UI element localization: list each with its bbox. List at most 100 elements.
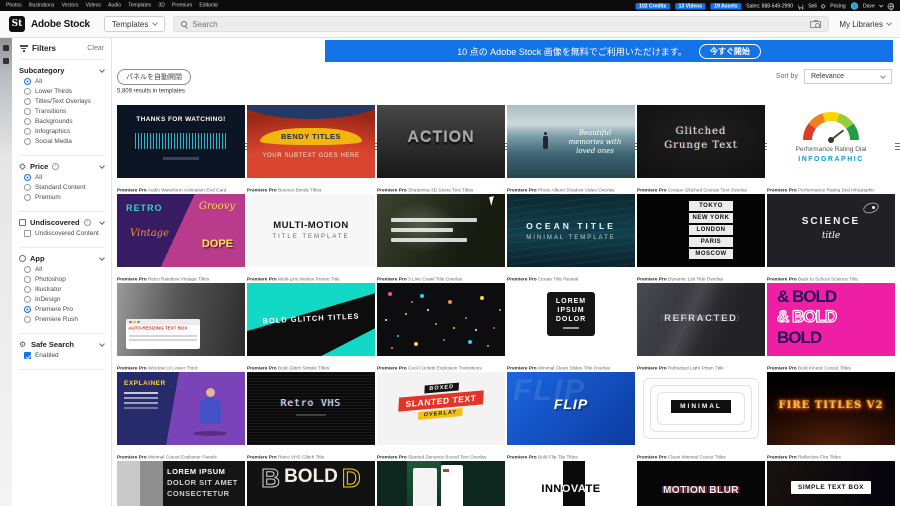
template-thumbnail[interactable]: EXPLAINER: [117, 372, 245, 445]
subcategory-backgrounds[interactable]: Backgrounds: [24, 118, 104, 125]
subcategory-social-media[interactable]: Social Media: [24, 138, 104, 145]
template-card[interactable]: OCEAN TITLE MINIMAL TEMPLATE Premiere Pr…: [507, 194, 635, 281]
chevron-down-icon[interactable]: [99, 254, 105, 261]
template-card[interactable]: LOREM IPSUM DOLOR Premiere Pro Minimal C…: [507, 283, 635, 370]
credits-badge[interactable]: 102 Credits: [635, 2, 670, 9]
pricing-link[interactable]: Pricing: [830, 3, 845, 8]
template-card[interactable]: [377, 461, 505, 506]
template-card[interactable]: LOREM IPSUM DOLOR SIT AMET CONSECTETUR: [117, 461, 245, 506]
template-card[interactable]: Performance Rating Dial INFOGRAPHIC Prem…: [767, 105, 895, 192]
template-card[interactable]: & BOLD & BOLD BOLD Premiere Pro Bold Kin…: [767, 283, 895, 370]
template-card[interactable]: Premiere Pro 3 Line Crawl Title Overlay: [377, 194, 505, 281]
chevron-down-icon[interactable]: [99, 340, 105, 347]
search-bar[interactable]: [173, 16, 830, 32]
template-thumbnail[interactable]: [377, 461, 505, 506]
price-premium[interactable]: Premium: [24, 194, 104, 201]
template-thumbnail[interactable]: B BOLD D: [247, 461, 375, 506]
template-thumbnail[interactable]: SIMPLE TEXT BOX: [767, 461, 895, 506]
sell-link[interactable]: Sell: [808, 3, 816, 8]
template-card[interactable]: BENDY TITLES YOUR SUBTEXT GOES HERE Prem…: [247, 105, 375, 192]
template-thumbnail[interactable]: FLIP FLIP: [507, 372, 635, 445]
sort-dropdown[interactable]: Relevance: [804, 69, 892, 84]
nav-vectors[interactable]: Vectors: [62, 3, 79, 8]
template-thumbnail[interactable]: MOTION BLUR: [637, 461, 765, 506]
template-card[interactable]: Retro VHS Premiere Pro Retro VHS Glitch …: [247, 372, 375, 459]
price-all[interactable]: All: [24, 174, 104, 181]
template-card[interactable]: Beautiful memories with loved ones Premi…: [507, 105, 635, 192]
app-illustrator[interactable]: Illustrator: [24, 286, 104, 293]
template-thumbnail[interactable]: TOKYO NEW YORK LONDON PARIS MOSCOW: [637, 194, 765, 267]
safe-search-enabled[interactable]: Enabled: [24, 352, 104, 359]
template-card[interactable]: SIMPLE TEXT BOX: [767, 461, 895, 506]
category-dropdown[interactable]: Templates: [103, 16, 166, 32]
nav-audio[interactable]: Audio: [108, 3, 121, 8]
globe-icon[interactable]: [887, 2, 894, 10]
chevron-down-icon[interactable]: [99, 162, 105, 169]
promo-cta-button[interactable]: 今すぐ開始: [698, 43, 761, 59]
template-card[interactable]: FIRE TITLES V2 Premiere Pro Reflective F…: [767, 372, 895, 459]
template-thumbnail[interactable]: MINIMAL: [637, 372, 765, 445]
undiscovered-content[interactable]: Undiscovered Content: [24, 230, 104, 237]
template-thumbnail[interactable]: REFRACTED: [637, 283, 765, 356]
template-card[interactable]: ACTION Premiere Pro Shattering 3D Stone …: [377, 105, 505, 192]
template-thumbnail[interactable]: AUTO-RESIZING TEXT BOX: [117, 283, 245, 356]
template-thumbnail[interactable]: INNOVATE: [507, 461, 635, 506]
template-thumbnail[interactable]: RETRO Groovy Vintage DOPE: [117, 194, 245, 267]
nav-editorial[interactable]: Editorial: [199, 3, 217, 8]
chevron-down-icon[interactable]: [99, 218, 105, 225]
nav-photos[interactable]: Photos: [6, 3, 22, 8]
assets-badge[interactable]: 19 Assets: [710, 2, 742, 9]
template-thumbnail[interactable]: [377, 194, 505, 267]
template-card[interactable]: B BOLD D: [247, 461, 375, 506]
visual-search-camera-icon[interactable]: [810, 19, 822, 28]
price-standard-content[interactable]: Standard Content: [24, 184, 104, 191]
app-all[interactable]: All: [24, 266, 104, 273]
template-thumbnail[interactable]: Glitched Grunge Text: [637, 105, 765, 178]
search-input[interactable]: [192, 19, 806, 29]
template-thumbnail[interactable]: BENDY TITLES YOUR SUBTEXT GOES HERE: [247, 105, 375, 178]
adobe-stock-logo[interactable]: St: [9, 16, 25, 32]
my-libraries-menu[interactable]: My Libraries: [839, 20, 892, 29]
user-avatar[interactable]: [850, 1, 858, 10]
info-icon[interactable]: i: [52, 163, 60, 170]
subcategory-lower-thirds[interactable]: Lower Thirds: [24, 88, 104, 95]
app-indesign[interactable]: InDesign: [24, 296, 104, 303]
template-card[interactable]: MULTI-MOTION TITLE TEMPLATE Premiere Pro…: [247, 194, 375, 281]
subcategory-titles-text-overlays[interactable]: Titles/Text Overlays: [24, 98, 104, 105]
nav-premium[interactable]: Premium: [172, 3, 192, 8]
clear-filters-link[interactable]: Clear: [87, 45, 104, 52]
template-thumbnail[interactable]: THANKS FOR WATCHING!: [117, 105, 245, 178]
template-thumbnail[interactable]: [377, 283, 505, 356]
template-card[interactable]: INNOVATE: [507, 461, 635, 506]
template-card[interactable]: REFRACTED Premiere Pro Refracted Light P…: [637, 283, 765, 370]
template-card[interactable]: Glitched Grunge Text Premiere Pro Creepy…: [637, 105, 765, 192]
template-thumbnail[interactable]: OCEAN TITLE MINIMAL TEMPLATE: [507, 194, 635, 267]
template-card[interactable]: THANKS FOR WATCHING! Premiere Pro Audio …: [117, 105, 245, 192]
user-menu[interactable]: Dave: [863, 3, 875, 8]
template-card[interactable]: BOXED SLANTED TEXT OVERLAY Premiere Pro …: [377, 372, 505, 459]
template-thumbnail[interactable]: BOLD GLITCH TITLES: [247, 283, 375, 356]
nav-videos[interactable]: Videos: [86, 3, 101, 8]
template-card[interactable]: MINIMAL Premiere Pro Clean Minimal Cutou…: [637, 372, 765, 459]
template-card[interactable]: BOLD GLITCH TITLES Premiere Pro Bold Gli…: [247, 283, 375, 370]
template-thumbnail[interactable]: FIRE TITLES V2: [767, 372, 895, 445]
videos-badge[interactable]: 13 Videos: [674, 2, 706, 9]
template-thumbnail[interactable]: BOXED SLANTED TEXT OVERLAY: [377, 372, 505, 445]
nav-templates[interactable]: Templates: [128, 3, 151, 8]
template-card[interactable]: FLIP FLIP Premiere Pro Bold Flip Tile Ti…: [507, 372, 635, 459]
nav-illustrations[interactable]: Illustrations: [29, 3, 54, 8]
template-card[interactable]: SCIENCE title Premiere Pro Back to Schoo…: [767, 194, 895, 281]
template-thumbnail[interactable]: Performance Rating Dial INFOGRAPHIC: [767, 105, 895, 178]
template-thumbnail[interactable]: Beautiful memories with loved ones: [507, 105, 635, 178]
template-card[interactable]: AUTO-RESIZING TEXT BOX Premiere Pro Wind…: [117, 283, 245, 370]
panel-toggle-button[interactable]: パネルを自動開閉: [117, 69, 191, 85]
subcategory-all[interactable]: All: [24, 78, 104, 85]
template-thumbnail[interactable]: LOREM IPSUM DOLOR: [507, 283, 635, 356]
nav-3d[interactable]: 3D: [158, 3, 164, 8]
template-card[interactable]: Premiere Pro Cool Confetti Explosion Tra…: [377, 283, 505, 370]
template-thumbnail[interactable]: LOREM IPSUM DOLOR SIT AMET CONSECTETUR: [117, 461, 245, 506]
app-premiere-rush[interactable]: Premiere Rush: [24, 316, 104, 323]
template-thumbnail[interactable]: SCIENCE title: [767, 194, 895, 267]
template-thumbnail[interactable]: MULTI-MOTION TITLE TEMPLATE: [247, 194, 375, 267]
subcategory-infographics[interactable]: Infographics: [24, 128, 104, 135]
